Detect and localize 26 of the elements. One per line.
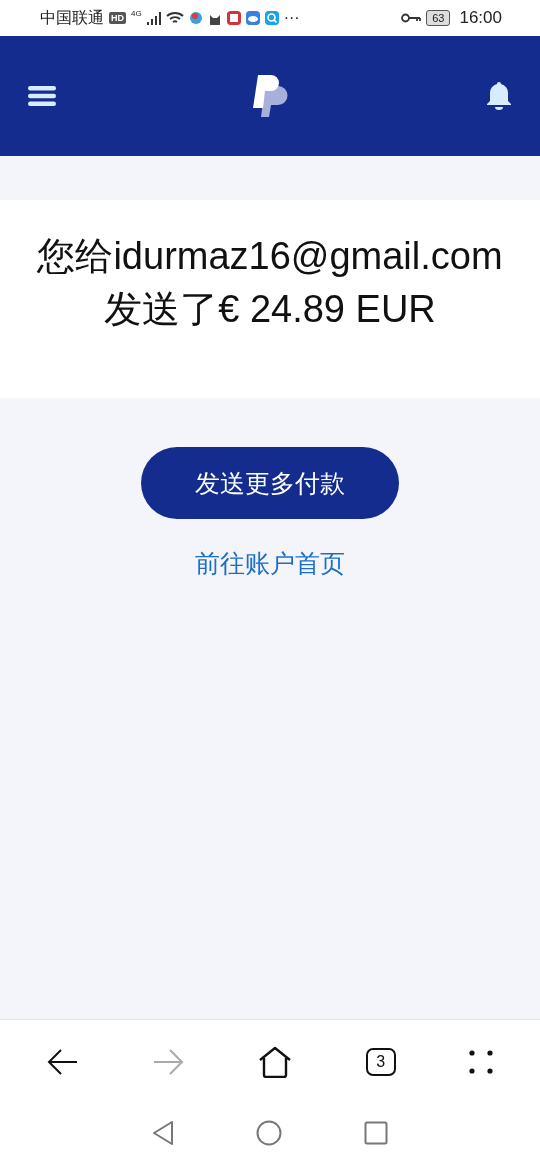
back-button[interactable] <box>46 1048 79 1076</box>
more-options-icon[interactable] <box>469 1050 494 1074</box>
home-icon[interactable] <box>258 1046 292 1078</box>
book-app-icon <box>226 11 241 25</box>
account-home-link[interactable]: 前往账户首页 <box>195 547 345 581</box>
bird-app-icon <box>188 11 203 25</box>
menu-icon[interactable] <box>28 85 56 107</box>
system-recents-icon[interactable] <box>364 1121 388 1145</box>
clock-time: 16:00 <box>459 8 502 28</box>
network-type: 4G <box>131 9 142 18</box>
battery-level: 63 <box>426 10 451 26</box>
signal-icon <box>146 11 161 25</box>
more-notifications: ··· <box>283 9 300 27</box>
search-app-icon <box>264 11 279 25</box>
tab-count-button[interactable]: 3 <box>365 1048 396 1076</box>
system-back-icon[interactable] <box>152 1120 174 1146</box>
hd-badge: HD <box>109 12 126 24</box>
logo-drawing <box>253 75 289 117</box>
carrier-name: 中国联通 <box>40 7 104 28</box>
notification-bell-icon[interactable] <box>486 81 512 111</box>
key-icon <box>401 13 422 23</box>
send-more-payments-button[interactable]: 发送更多付款 <box>141 447 399 520</box>
wifi-icon <box>165 11 184 25</box>
system-home-icon[interactable] <box>256 1120 282 1146</box>
cloud-app-icon <box>245 11 260 25</box>
confirmation-message: 您给idurmaz16@gmail.com发送了€ 24.89 EUR <box>36 234 504 333</box>
